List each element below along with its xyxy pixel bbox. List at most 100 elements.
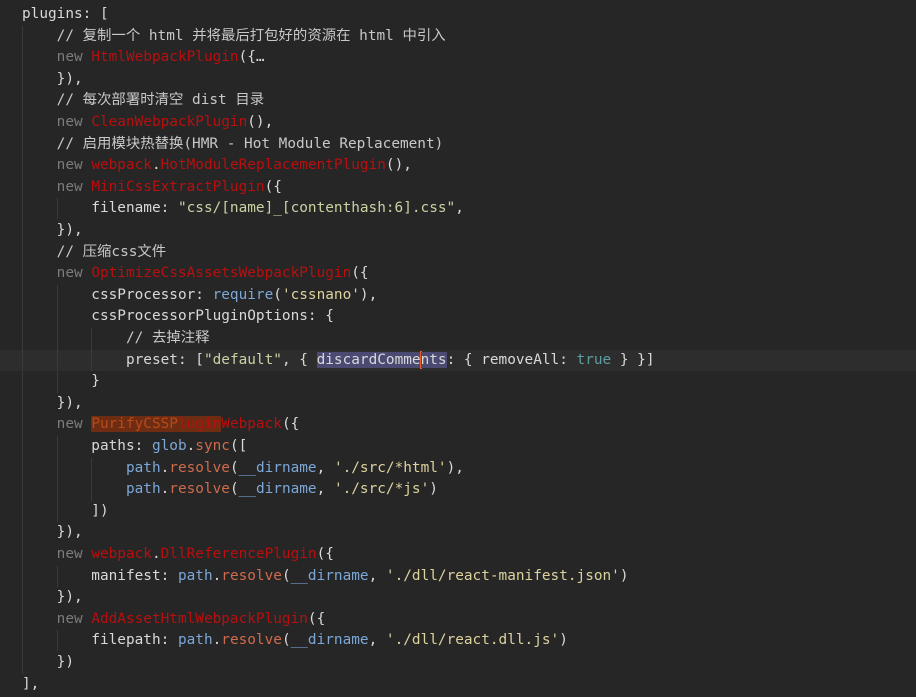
code-token: PurifyCSSP <box>91 416 178 433</box>
code-token: 'cssnano' <box>281 286 360 303</box>
code-token: . <box>151 546 161 562</box>
code-token: nts <box>420 351 447 368</box>
code-line[interactable]: // 压缩css文件 <box>0 241 916 264</box>
code-text: manifest: path.resolve(__dirname, './dll… <box>22 566 628 588</box>
code-text: filename: "css/[name]_[contenthash:6].cs… <box>22 198 464 220</box>
code-token: true <box>576 351 612 368</box>
code-text: }), <box>22 220 83 242</box>
code-token: , <box>316 481 334 498</box>
code-token: }), <box>22 524 83 541</box>
code-line[interactable]: }), <box>0 392 916 415</box>
code-token: , <box>316 459 334 476</box>
code-token: }), <box>22 394 83 411</box>
code-line[interactable]: paths: glob.sync([ <box>0 436 916 458</box>
code-token: , <box>455 200 464 217</box>
code-token: new <box>22 610 92 627</box>
code-text: new webpack.HotModuleReplacementPlugin()… <box>22 155 412 177</box>
code-token: : { removeAll: <box>446 351 577 368</box>
code-token: new <box>22 49 92 66</box>
code-token: manifest: <box>22 567 178 584</box>
code-line[interactable]: cssProcessorPluginOptions: { <box>0 306 916 328</box>
code-token: discardComme <box>316 351 421 368</box>
code-editor[interactable]: plugins: [ // 复制一个 html 并将最后打包好的资源在 html… <box>0 0 916 697</box>
code-token: "default" <box>203 351 282 368</box>
code-line[interactable]: // 复制一个 html 并将最后打包好的资源在 html 中引入 <box>0 25 916 48</box>
code-token: ([ <box>229 438 248 454</box>
code-text: path.resolve(__dirname, './src/*html'), <box>22 458 464 480</box>
code-line[interactable]: // 启用模块热替换(HMR - Hot Module Replacement) <box>0 133 916 156</box>
code-text: path.resolve(__dirname, './src/*js') <box>22 479 438 501</box>
code-token: ( <box>229 481 239 498</box>
code-line[interactable]: }), <box>0 68 916 91</box>
code-line[interactable]: new PurifyCSSPluginWebpack({ <box>0 414 916 436</box>
code-line-current[interactable]: preset: ["default", { discardComments: {… <box>0 349 916 372</box>
code-token: require <box>212 286 274 303</box>
code-token: webpack <box>91 157 152 174</box>
code-token: . <box>212 567 222 584</box>
code-token: './src/*html' <box>333 459 447 476</box>
code-text: // 每次部署时清空 dist 目录 <box>22 90 265 112</box>
code-text: paths: glob.sync([ <box>22 436 247 458</box>
code-token: new <box>22 157 92 174</box>
code-token: // 每次部署时清空 dist 目录 <box>22 92 265 109</box>
code-text: // 压缩css文件 <box>22 242 167 264</box>
code-token: __dirname <box>238 481 317 498</box>
code-line[interactable]: }), <box>0 522 916 544</box>
code-token: (), <box>385 157 412 174</box>
code-token: // 去掉注释 <box>22 330 210 346</box>
code-token: './dll/react-manifest.json' <box>385 567 620 584</box>
code-line[interactable]: new MiniCssExtractPlugin({ <box>0 176 916 199</box>
code-text: filepath: path.resolve(__dirname, './dll… <box>22 630 568 652</box>
code-token: new <box>22 546 92 562</box>
code-line[interactable]: path.resolve(__dirname, './src/*js') <box>0 479 916 501</box>
code-text: new MiniCssExtractPlugin({ <box>22 177 282 199</box>
code-line[interactable]: new CleanWebpackPlugin(), <box>0 112 916 134</box>
code-text: new webpack.DllReferencePlugin({ <box>22 544 334 566</box>
code-line[interactable]: // 每次部署时清空 dist 目录 <box>0 90 916 112</box>
code-text: cssProcessorPluginOptions: { <box>22 306 334 328</box>
code-text: new AddAssetHtmlWebpackPlugin({ <box>22 609 326 631</box>
code-line[interactable]: // 去掉注释 <box>0 328 916 350</box>
code-line[interactable]: new webpack.HotModuleReplacementPlugin()… <box>0 155 916 177</box>
code-token: resolve <box>221 567 282 584</box>
code-line[interactable]: }), <box>0 587 916 609</box>
code-token: } }] <box>611 351 655 368</box>
code-line[interactable]: }), <box>0 220 916 242</box>
code-line[interactable]: manifest: path.resolve(__dirname, './dll… <box>0 565 916 588</box>
code-line[interactable]: } <box>0 371 916 393</box>
code-line[interactable]: new AddAssetHtmlWebpackPlugin({ <box>0 608 916 631</box>
code-token: sync <box>195 438 230 454</box>
code-line[interactable]: filepath: path.resolve(__dirname, './dll… <box>0 630 916 652</box>
code-line[interactable]: ], <box>0 674 916 696</box>
code-token: plugins: [ <box>22 6 109 22</box>
code-line[interactable]: ]) <box>0 500 916 523</box>
code-line[interactable]: plugins: [ <box>0 4 916 26</box>
code-token: ({ <box>316 546 334 562</box>
code-token: path <box>177 567 213 584</box>
code-line[interactable]: }) <box>0 652 916 674</box>
code-token: ( <box>273 286 282 303</box>
code-token: . <box>186 438 196 454</box>
code-token: , <box>368 567 386 584</box>
code-token: // 启用模块热替换(HMR - Hot Module Replacement) <box>22 135 444 152</box>
code-line[interactable]: new webpack.DllReferencePlugin({ <box>0 544 916 566</box>
code-line[interactable]: cssProcessor: require('cssnano'), <box>0 284 916 307</box>
code-token: __dirname <box>290 632 369 649</box>
code-text: new CleanWebpackPlugin(), <box>22 112 274 134</box>
code-token: , { <box>281 351 317 368</box>
code-token: webpack <box>91 546 152 562</box>
code-line[interactable]: filename: "css/[name]_[contenthash:6].cs… <box>0 198 916 220</box>
code-token: ({ <box>281 416 300 433</box>
code-line[interactable]: path.resolve(__dirname, './src/*html'), <box>0 457 916 480</box>
code-token: filepath: <box>22 632 178 649</box>
code-line[interactable]: new HtmlWebpackPlugin({… <box>0 47 916 69</box>
code-token: ({… <box>238 49 265 66</box>
code-text: new HtmlWebpackPlugin({… <box>22 47 265 69</box>
code-text: // 启用模块热替换(HMR - Hot Module Replacement) <box>22 134 444 156</box>
code-line[interactable]: new OptimizeCssAssetsWebpackPlugin({ <box>0 263 916 285</box>
code-token: MiniCssExtractPlugin <box>91 178 265 195</box>
code-token: new <box>22 265 92 282</box>
code-token: CleanWebpackPlugin <box>91 114 248 130</box>
